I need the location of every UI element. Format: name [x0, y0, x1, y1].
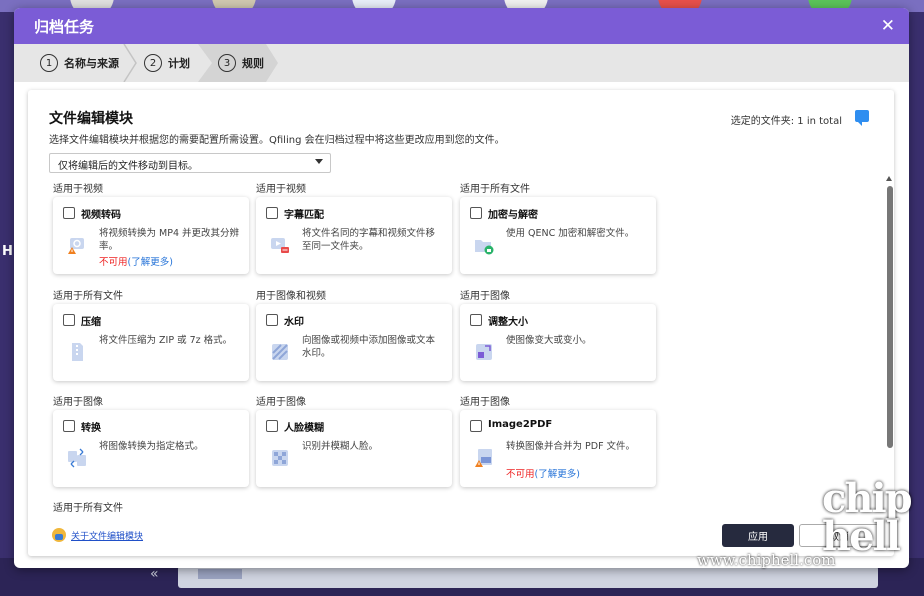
group-label: 适用于视频 — [53, 184, 103, 195]
module-name: 水印 — [284, 317, 304, 328]
scrollbar-thumb[interactable] — [887, 186, 893, 448]
selected-folders-count: 选定的文件夹: 1 in total — [730, 116, 842, 127]
dialog-titlebar: 归档任务 ✕ — [14, 8, 909, 44]
module-name: Image2PDF — [488, 419, 553, 430]
module-card-image2pdf[interactable]: Image2PDF 转换图像并合并为 PDF 文件。 不可用(了解更多) — [460, 410, 656, 487]
step-number: 1 — [40, 54, 58, 72]
module-name: 加密与解密 — [488, 210, 538, 221]
subtitle-icon — [271, 238, 289, 253]
module-name: 转换 — [81, 423, 101, 434]
module-card-video-transcode[interactable]: 视频转码 将视频转换为 MP4 并更改其分辨率。 不可用(了解更多) — [53, 197, 249, 274]
group-label: 用于图像和视频 — [256, 291, 326, 302]
dialog-title: 归档任务 — [34, 17, 95, 36]
group-label: 适用于图像 — [460, 397, 510, 408]
module-checkbox[interactable] — [266, 314, 278, 326]
module-description: 将文件名同的字幕和视频文件移至同一文件夹。 — [302, 228, 436, 252]
step-number: 2 — [144, 54, 162, 72]
module-description: 将图像转换为指定格式。 — [99, 441, 204, 452]
step-label: 计划 — [168, 57, 190, 70]
module-description: 将文件压缩为 ZIP 或 7z 格式。 — [99, 335, 233, 346]
module-description: 使图像变大或变小。 — [506, 335, 592, 346]
module-checkbox[interactable] — [470, 207, 482, 219]
help-avatar-icon — [52, 528, 66, 542]
panel-description: 选择文件编辑模块并根据您的需要配置所需设置。Qfiling 会在归档过程中将这些… — [49, 135, 505, 146]
group-label: 适用于图像 — [53, 397, 103, 408]
site-watermark: www.chiphell.com — [697, 551, 836, 569]
step-name-source[interactable]: 1 名称与来源 — [40, 44, 119, 82]
module-unavailable: 不可用(了解更多) — [99, 254, 173, 268]
unavailable-label: 不可用 — [506, 469, 535, 480]
zip-icon — [72, 343, 83, 361]
scroll-up-icon[interactable] — [886, 176, 892, 181]
module-checkbox[interactable] — [63, 420, 75, 432]
step-label: 名称与来源 — [64, 57, 119, 70]
desktop-text: H — [2, 244, 13, 259]
module-card-face-blur[interactable]: 人脸模糊 识别并模糊人脸。 — [256, 410, 452, 487]
module-name: 压缩 — [81, 317, 101, 328]
step-number: 3 — [218, 54, 236, 72]
chevron-down-icon — [315, 159, 323, 164]
apply-button[interactable]: 应用 — [722, 524, 794, 547]
chat-icon[interactable] — [855, 110, 869, 126]
lock-folder-icon — [475, 240, 494, 255]
module-unavailable: 不可用(了解更多) — [506, 466, 580, 480]
module-checkbox[interactable] — [63, 207, 75, 219]
module-name: 视频转码 — [81, 210, 121, 221]
watermark-icon — [272, 344, 288, 360]
module-name: 人脸模糊 — [284, 423, 324, 434]
module-description: 转换图像并合并为 PDF 文件。 — [506, 441, 636, 452]
step-label: 规则 — [242, 57, 264, 70]
close-icon[interactable]: ✕ — [881, 16, 895, 36]
module-card-encrypt-decrypt[interactable]: 加密与解密 使用 QENC 加密和解密文件。 — [460, 197, 656, 274]
panel-title: 文件编辑模块 — [49, 111, 133, 127]
desktop-taskbar-strip — [178, 566, 878, 588]
group-label: 适用于图像 — [256, 397, 306, 408]
convert-icon — [68, 448, 86, 468]
module-card-resize[interactable]: 调整大小 使图像变大或变小。 — [460, 304, 656, 381]
module-panel: 文件编辑模块 选择文件编辑模块并根据您的需要配置所需设置。Qfiling 会在归… — [28, 90, 894, 556]
module-description: 使用 QENC 加密和解密文件。 — [506, 228, 635, 239]
module-name: 调整大小 — [488, 317, 528, 328]
desktop-taskbar-pill — [198, 569, 242, 579]
step-schedule[interactable]: 2 计划 — [144, 44, 190, 82]
about-modules-link[interactable]: 关于文件编辑模块 — [52, 528, 143, 542]
group-label: 适用于视频 — [256, 184, 306, 195]
module-checkbox[interactable] — [470, 420, 482, 432]
module-description: 识别并模糊人脸。 — [302, 441, 379, 452]
learn-more-link[interactable]: (了解更多) — [535, 469, 580, 480]
move-mode-select[interactable]: 仅将编辑后的文件移动到目标。 — [49, 153, 331, 173]
select-value: 仅将编辑后的文件移动到目标。 — [58, 161, 198, 172]
chiphell-logo: chip hell — [822, 475, 913, 560]
group-label: 适用于所有文件 — [53, 503, 123, 514]
resize-icon — [476, 344, 492, 360]
module-checkbox[interactable] — [470, 314, 482, 326]
module-card-convert[interactable]: 转换 将图像转换为指定格式。 — [53, 410, 249, 487]
group-label: 适用于所有文件 — [53, 291, 123, 302]
desktop-chevron-icon: « — [150, 566, 159, 582]
group-label: 适用于图像 — [460, 291, 510, 302]
module-checkbox[interactable] — [266, 420, 278, 432]
module-description: 向图像或视频中添加图像或文本水印。 — [302, 335, 436, 359]
learn-more-link[interactable]: (了解更多) — [128, 257, 173, 268]
module-card-watermark[interactable]: 水印 向图像或视频中添加图像或文本水印。 — [256, 304, 452, 381]
archive-task-dialog: 归档任务 ✕ 1 名称与来源 2 计划 3 规则 文件编辑模块 选择文件编辑模块… — [14, 8, 909, 568]
video-transcode-icon — [68, 238, 84, 254]
module-card-subtitle-match[interactable]: 字幕匹配 将文件名同的字幕和视频文件移至同一文件夹。 — [256, 197, 452, 274]
step-chevron-icon — [123, 44, 137, 82]
face-blur-icon — [272, 450, 288, 466]
pdf-icon — [475, 449, 492, 467]
group-label: 适用于所有文件 — [460, 184, 530, 195]
about-link-label: 关于文件编辑模块 — [71, 531, 144, 542]
module-checkbox[interactable] — [63, 314, 75, 326]
wizard-steps: 1 名称与来源 2 计划 3 规则 — [14, 44, 909, 82]
module-description: 将视频转换为 MP4 并更改其分辨率。 — [99, 228, 240, 252]
module-checkbox[interactable] — [266, 207, 278, 219]
unavailable-label: 不可用 — [99, 257, 128, 268]
step-rules[interactable]: 3 规则 — [218, 44, 264, 82]
module-card-compress[interactable]: 压缩 将文件压缩为 ZIP 或 7z 格式。 — [53, 304, 249, 381]
module-name: 字幕匹配 — [284, 210, 324, 221]
